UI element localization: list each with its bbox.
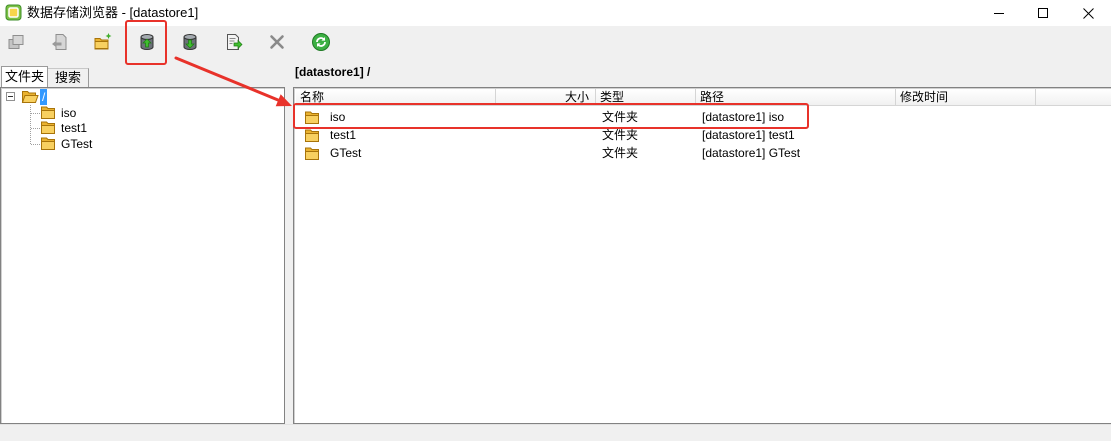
minimize-icon xyxy=(994,13,1004,14)
tree-item-label: / xyxy=(40,89,48,105)
tree-item-root[interactable]: / xyxy=(1,89,281,105)
minimize-button[interactable] xyxy=(976,0,1022,26)
column-header-filler xyxy=(1036,89,1111,106)
file-list: 名称 大小 类型 路径 修改时间 iso 文件夹 [datastore1] is… xyxy=(293,87,1111,424)
status-bar xyxy=(0,424,1111,441)
tree-item-gtest[interactable]: GTest xyxy=(1,136,281,152)
table-row[interactable]: GTest 文件夹 [datastore1] GTest xyxy=(296,144,1106,162)
cell-path: [datastore1] GTest xyxy=(702,146,801,160)
folder-icon xyxy=(304,110,320,125)
collapse-toggle[interactable] xyxy=(6,92,15,101)
toolbar xyxy=(0,26,1111,62)
copy-button[interactable] xyxy=(1,28,31,56)
cell-name: test1 xyxy=(330,128,357,142)
folder-tree: / iso test1 GTest xyxy=(0,87,285,424)
tab-search[interactable]: 搜索 xyxy=(48,68,89,87)
column-header-size[interactable]: 大小 xyxy=(496,89,596,106)
minus-icon xyxy=(8,96,13,97)
move-icon xyxy=(52,34,67,50)
column-header-modified[interactable]: 修改时间 xyxy=(896,89,1036,106)
column-header-type[interactable]: 类型 xyxy=(596,89,696,106)
cell-name: iso xyxy=(330,110,346,124)
folder-icon xyxy=(40,136,56,151)
current-location: [datastore1] / xyxy=(295,65,371,79)
folder-icon xyxy=(40,105,56,120)
upload-button[interactable] xyxy=(132,28,162,56)
register-vm-button[interactable] xyxy=(219,28,249,56)
open-folder-icon xyxy=(21,89,39,105)
tree-item-test1[interactable]: test1 xyxy=(1,120,281,136)
copy-icon xyxy=(8,35,24,49)
vsphere-app-icon xyxy=(5,4,22,21)
register-vm-icon xyxy=(227,34,243,50)
tab-folders[interactable]: 文件夹 xyxy=(1,66,48,87)
refresh-button[interactable] xyxy=(306,28,336,56)
upload-icon xyxy=(140,34,154,51)
tree-item-label: GTest xyxy=(61,137,93,151)
maximize-icon xyxy=(1038,8,1048,18)
cell-type: 文件夹 xyxy=(602,110,639,124)
table-row[interactable]: test1 文件夹 [datastore1] test1 xyxy=(296,126,1106,144)
cell-name: GTest xyxy=(330,146,362,160)
download-icon xyxy=(183,34,197,51)
new-folder-button[interactable] xyxy=(88,28,118,56)
close-icon xyxy=(1082,7,1094,19)
download-button[interactable] xyxy=(175,28,205,56)
window-title: 数据存储浏览器 - [datastore1] xyxy=(27,5,199,20)
cell-path: [datastore1] test1 xyxy=(702,128,795,142)
folder-icon xyxy=(304,146,320,161)
tree-item-iso[interactable]: iso xyxy=(1,105,281,121)
folder-icon xyxy=(304,128,320,143)
refresh-icon xyxy=(312,33,330,51)
column-header-path[interactable]: 路径 xyxy=(696,89,896,106)
folder-icon xyxy=(40,120,56,135)
cell-type: 文件夹 xyxy=(602,146,639,160)
close-button[interactable] xyxy=(1065,0,1111,26)
table-row[interactable]: iso 文件夹 [datastore1] iso xyxy=(296,108,1106,126)
tree-item-label: test1 xyxy=(61,121,88,135)
new-folder-icon xyxy=(94,33,112,50)
tree-item-label: iso xyxy=(61,106,77,120)
move-button[interactable] xyxy=(45,28,75,56)
maximize-button[interactable] xyxy=(1020,0,1066,26)
column-header-name[interactable]: 名称 xyxy=(296,89,496,106)
title-bar[interactable]: 数据存储浏览器 - [datastore1] xyxy=(0,0,1111,26)
delete-icon xyxy=(270,35,284,49)
cell-path: [datastore1] iso xyxy=(702,110,785,124)
cell-type: 文件夹 xyxy=(602,128,639,142)
delete-button[interactable] xyxy=(262,28,292,56)
